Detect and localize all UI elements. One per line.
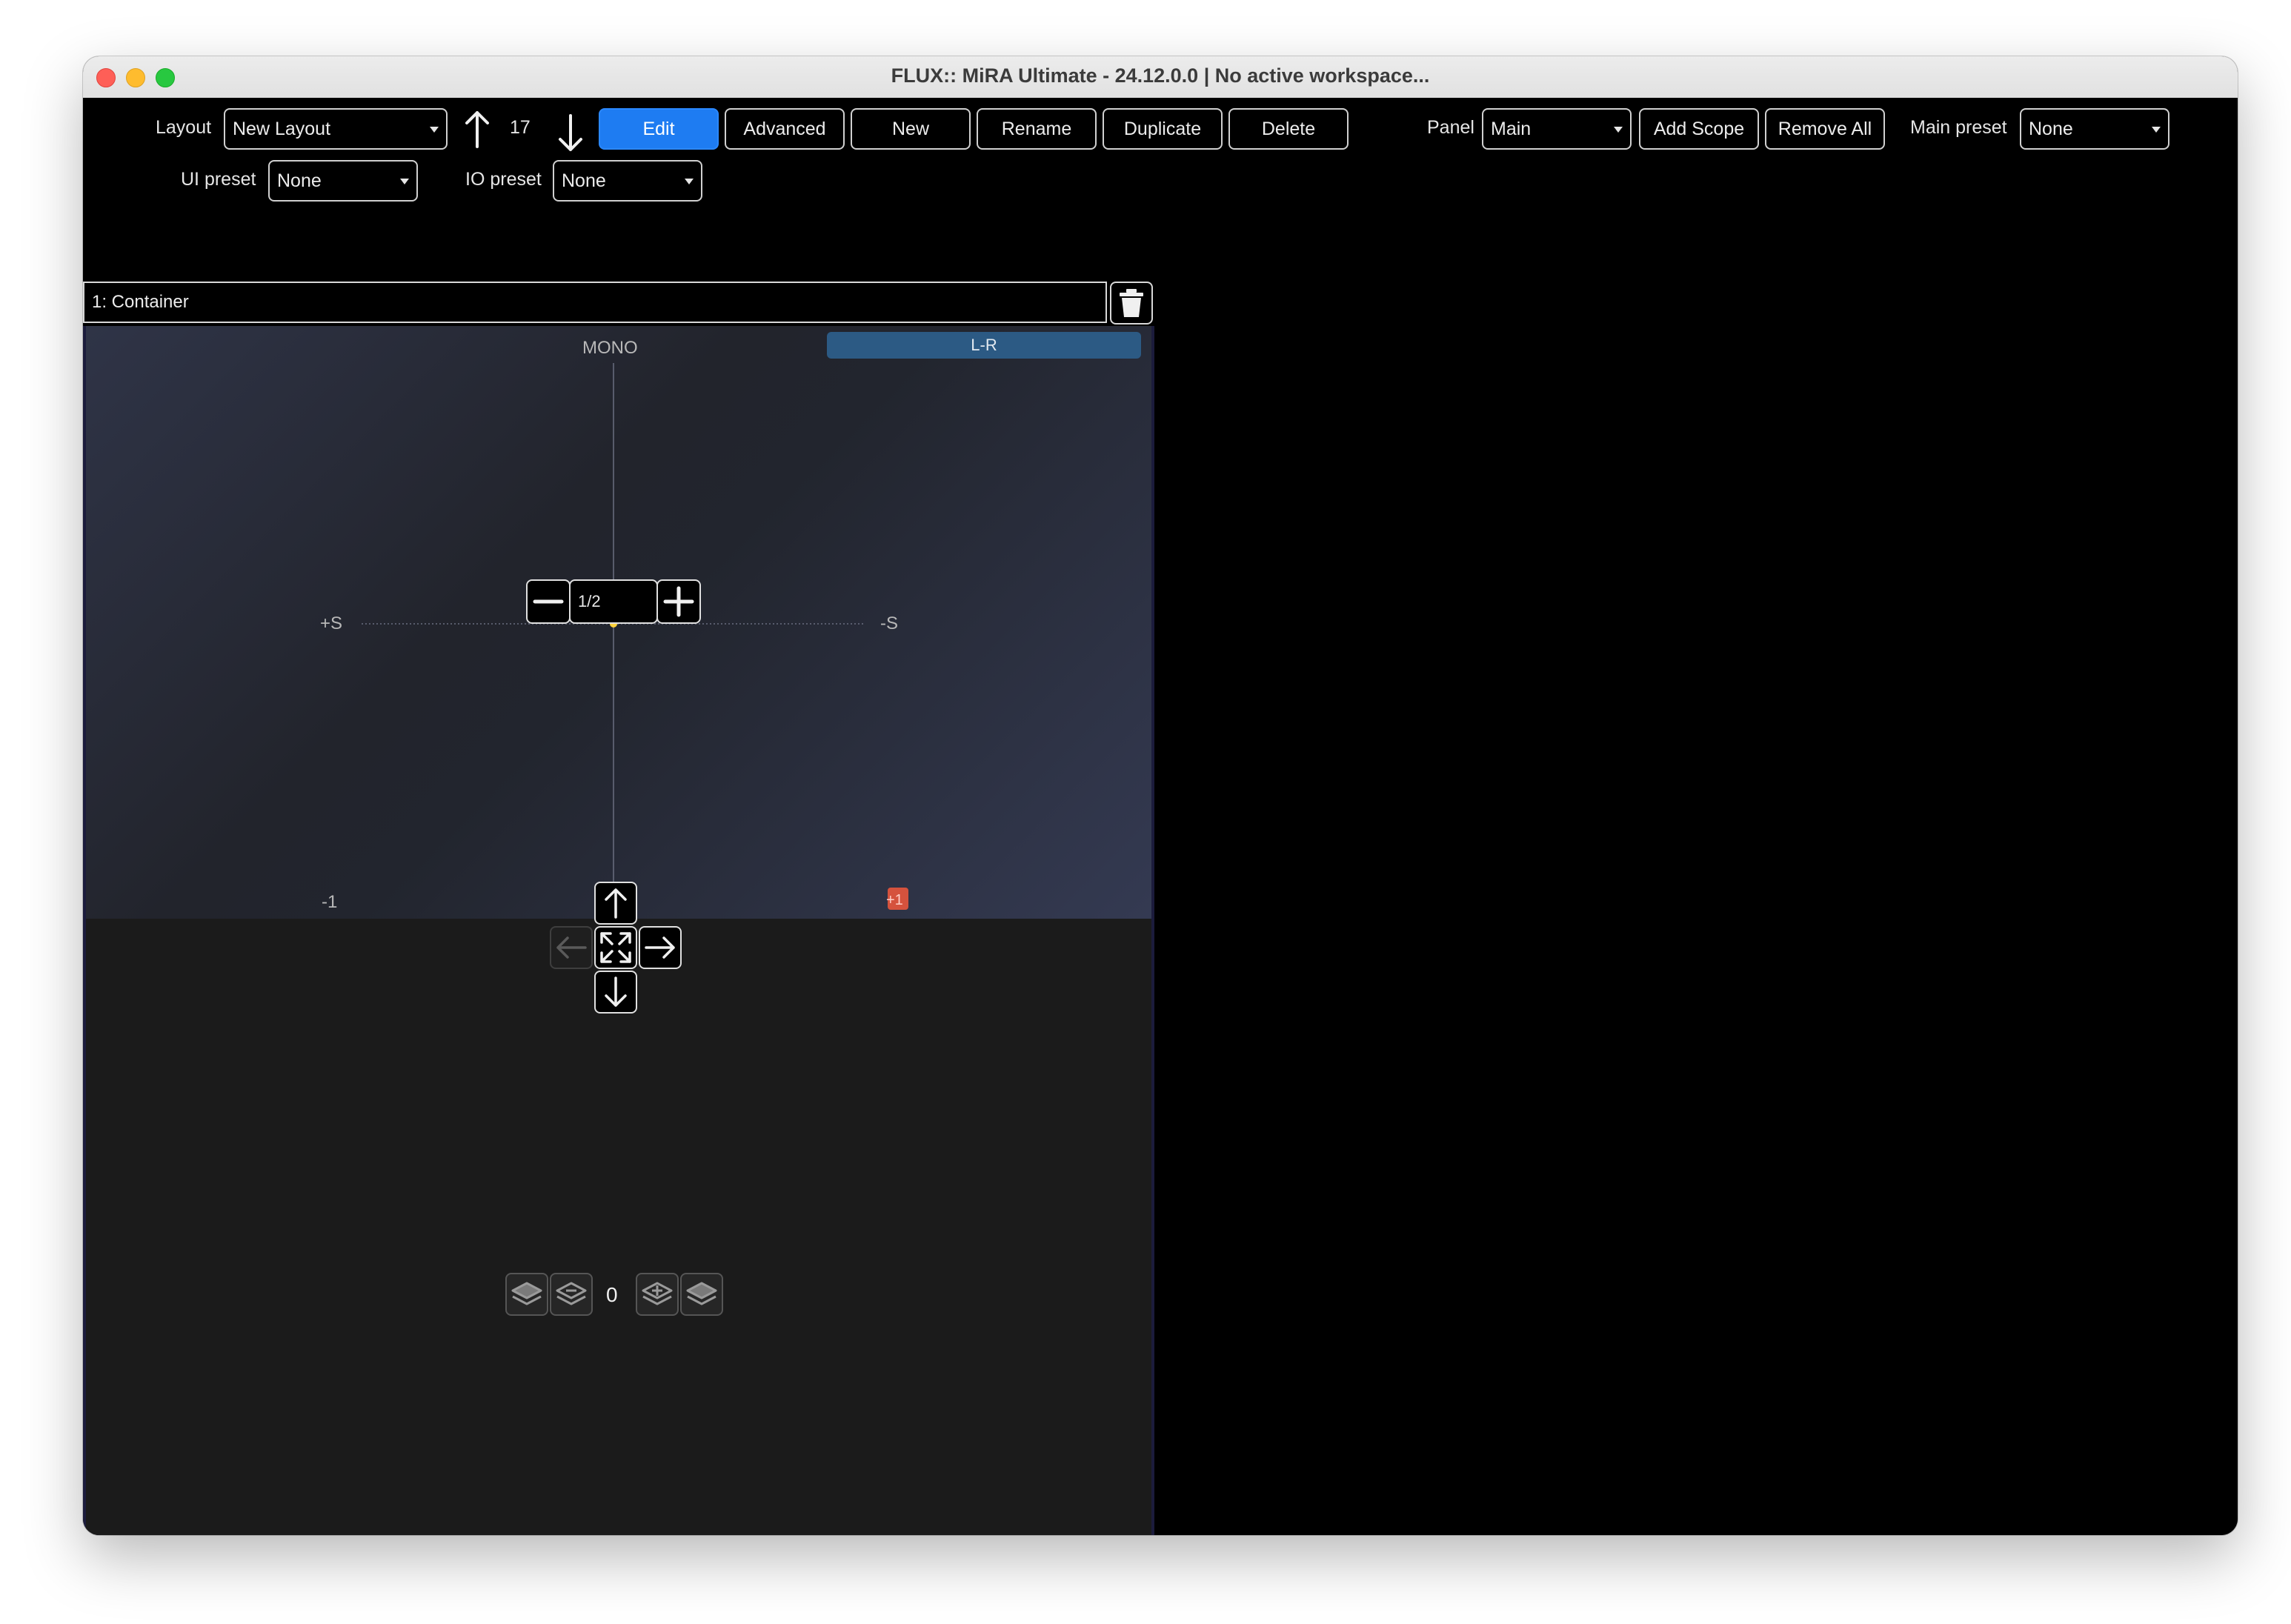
remove-all-button[interactable]: Remove All: [1765, 108, 1885, 150]
minus-s-label: -S: [880, 613, 898, 633]
zoom-in-button[interactable]: [656, 579, 701, 624]
zoom-value-field[interactable]: 1/2: [569, 579, 658, 624]
plus-icon: [663, 586, 694, 617]
main-content: Layout New Layout 17 Edit Advanced New R…: [83, 98, 2238, 1535]
layer-down-icon: [556, 1282, 587, 1305]
io-preset-dropdown[interactable]: None: [553, 160, 702, 202]
io-preset-label: IO preset: [465, 169, 542, 190]
plus-s-label: +S: [320, 613, 343, 633]
main-preset-label: Main preset: [1910, 117, 2007, 138]
move-right-button[interactable]: [639, 926, 682, 969]
minus-icon: [533, 599, 564, 604]
chevron-down-icon: [400, 179, 409, 184]
ui-preset-dropdown[interactable]: None: [268, 160, 418, 202]
layer-add-icon: [642, 1282, 673, 1305]
io-preset-value: None: [562, 170, 606, 191]
chevron-down-icon: [2152, 127, 2161, 133]
move-down-button[interactable]: [594, 971, 637, 1014]
goniometer-plot[interactable]: MONO L-R +S -S -1 +1 1/2: [86, 326, 1151, 919]
fit-view-button[interactable]: [594, 926, 637, 969]
container-title-bar[interactable]: 1: Container: [83, 282, 1107, 323]
chevron-down-icon: [685, 179, 694, 184]
arrow-right-icon: [645, 936, 675, 959]
layer-down-button[interactable]: [550, 1273, 593, 1316]
main-preset-dropdown[interactable]: None: [2020, 108, 2169, 150]
main-preset-value: None: [2029, 118, 2073, 139]
panel-dropdown-value: Main: [1491, 118, 1532, 139]
app-window: FLUX:: MiRA Ultimate - 24.12.0.0 | No ac…: [83, 56, 2238, 1535]
arrow-up-icon[interactable]: [461, 108, 493, 150]
arrow-down-icon: [605, 976, 627, 1007]
layer-to-bottom-button[interactable]: [505, 1273, 548, 1316]
panel-dropdown[interactable]: Main: [1482, 108, 1632, 150]
ui-preset-value: None: [277, 170, 322, 191]
chevron-down-icon: [430, 127, 439, 133]
layout-dropdown-value: New Layout: [233, 118, 331, 139]
move-left-button[interactable]: [550, 926, 593, 969]
add-scope-button[interactable]: Add Scope: [1639, 108, 1759, 150]
trash-icon: [1120, 289, 1143, 317]
layer-icon: [686, 1282, 717, 1305]
layer-to-top-button[interactable]: [680, 1273, 723, 1316]
ui-preset-label: UI preset: [181, 169, 256, 190]
layer-icon: [511, 1282, 542, 1305]
window-title: FLUX:: MiRA Ultimate - 24.12.0.0 | No ac…: [891, 64, 1430, 87]
mode-badge[interactable]: L-R: [827, 332, 1141, 359]
delete-button[interactable]: Delete: [1228, 108, 1349, 150]
scope-panel: MONO L-R +S -S -1 +1 1/2 0: [86, 326, 1151, 1535]
layout-index: 17: [510, 117, 531, 138]
arrow-up-icon: [605, 888, 627, 919]
title-bar: FLUX:: MiRA Ultimate - 24.12.0.0 | No ac…: [83, 56, 2238, 99]
edit-button[interactable]: Edit: [599, 108, 719, 150]
delete-container-button[interactable]: [1110, 282, 1153, 325]
duplicate-button[interactable]: Duplicate: [1103, 108, 1223, 150]
arrow-down-icon[interactable]: [554, 113, 587, 154]
rename-button[interactable]: Rename: [977, 108, 1097, 150]
new-layout-button[interactable]: New: [851, 108, 971, 150]
layout-dropdown[interactable]: New Layout: [224, 108, 448, 150]
zoom-value: 1/2: [578, 592, 601, 610]
layer-count: 0: [606, 1283, 618, 1306]
plus-one-label: +1: [886, 892, 903, 908]
panel-label: Panel: [1427, 117, 1474, 138]
zoom-out-button[interactable]: [526, 579, 571, 624]
arrow-left-icon: [556, 936, 587, 959]
layer-up-button[interactable]: [636, 1273, 679, 1316]
container-title: 1: Container: [92, 292, 189, 312]
mono-label: MONO: [582, 338, 638, 358]
advanced-button[interactable]: Advanced: [725, 108, 845, 150]
minus-one-label: -1: [322, 892, 338, 912]
scope-frame: MONO L-R +S -S -1 +1 1/2 0: [83, 326, 1154, 1535]
fullscreen-icon: [600, 932, 631, 963]
chevron-down-icon: [1614, 127, 1623, 133]
layout-label: Layout: [156, 117, 212, 138]
move-up-button[interactable]: [594, 882, 637, 925]
